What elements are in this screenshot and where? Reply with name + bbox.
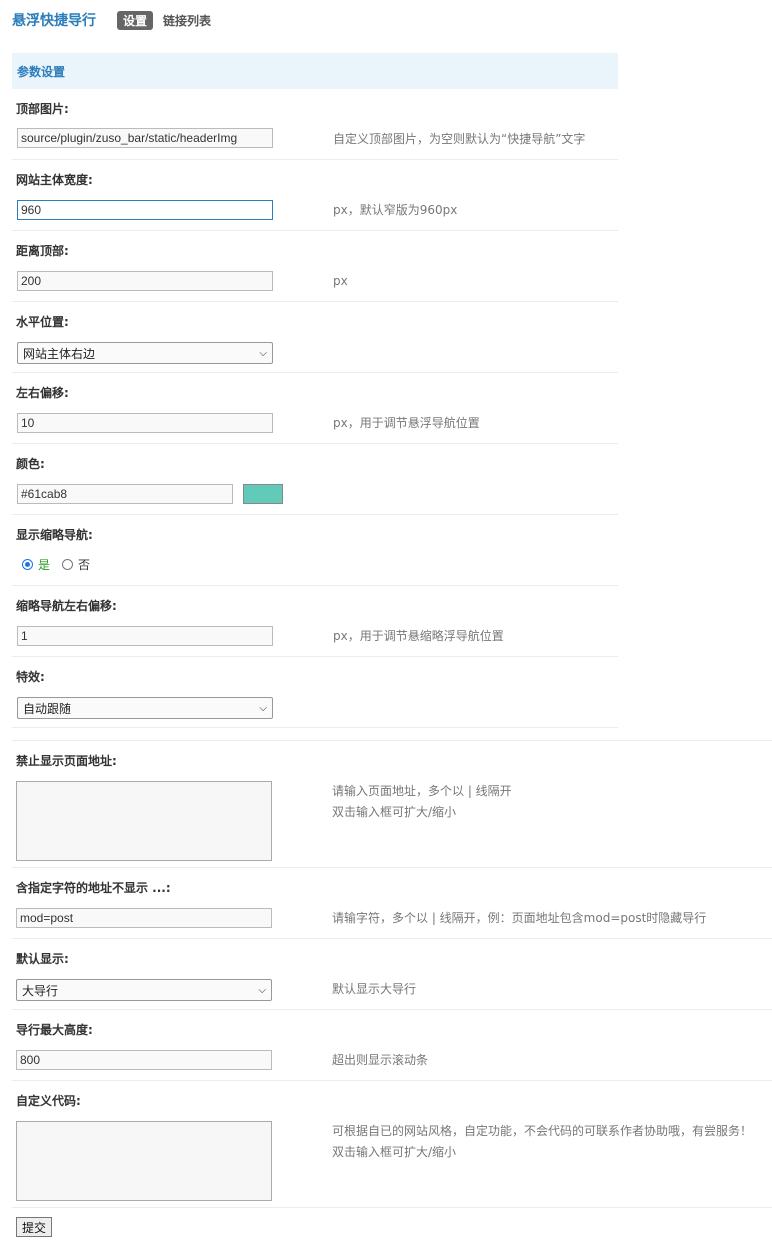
forbid-urls-hint: 请输入页面地址，多个以 | 线隔开 — [332, 784, 512, 798]
divider — [12, 443, 618, 444]
header-image-hint: 自定义顶部图片，为空则默认为“快捷导航”文字 — [333, 132, 586, 146]
exclude-chars-hint: 请输字符，多个以 | 线隔开，例：页面地址包含mod=post时隐藏导行 — [332, 911, 707, 925]
lr-offset-label: 左右偏移: — [16, 386, 69, 400]
divider — [12, 867, 772, 868]
custom-code-hint: 可根据自已的网站风格，自定功能，不会代码的可联系作者协助哦，有尝服务！ — [332, 1124, 753, 1138]
max-height-label: 导行最大高度: — [16, 1023, 93, 1037]
forbid-urls-label: 禁止显示页面地址: — [16, 754, 117, 768]
radio-no[interactable] — [62, 559, 74, 570]
thumb-offset-hint: px，用于调节悬缩略浮导航位置 — [333, 629, 504, 643]
chevron-down-icon: ⌵ — [258, 984, 266, 996]
divider — [12, 1207, 772, 1208]
default-show-value: 大导行 — [22, 983, 59, 998]
divider — [12, 1080, 772, 1081]
chevron-down-icon: ⌵ — [259, 347, 267, 359]
divider — [12, 585, 618, 586]
radio-yes[interactable] — [22, 559, 33, 570]
default-show-hint: 默认显示大导行 — [332, 982, 417, 996]
effect-label: 特效: — [16, 670, 45, 684]
radio-no-label[interactable]: 否 — [78, 556, 90, 573]
effect-value: 自动跟随 — [23, 701, 72, 716]
effect-select[interactable]: 自动跟随 ⌵ — [17, 697, 273, 719]
chevron-down-icon: ⌵ — [259, 702, 267, 714]
default-show-select[interactable]: 大导行 ⌵ — [16, 979, 272, 1001]
max-height-hint: 超出则显示滚动条 — [332, 1053, 429, 1067]
lr-offset-hint: px，用于调节悬浮导航位置 — [333, 416, 480, 430]
app-title: 悬浮快捷导行 — [12, 13, 96, 29]
divider — [12, 656, 618, 657]
forbid-urls-textarea[interactable] — [16, 781, 272, 861]
exclude-chars-label: 含指定字符的地址不显示 ...: — [16, 881, 171, 895]
divider — [12, 159, 618, 160]
divider — [12, 1009, 772, 1010]
section-header: 参数设置 — [12, 53, 618, 89]
horizontal-position-value: 网站主体右边 — [23, 346, 96, 361]
lr-offset-input[interactable] — [17, 413, 273, 433]
color-label: 颜色: — [16, 457, 45, 471]
thumb-offset-label: 缩略导航左右偏移: — [16, 599, 117, 613]
tab-link-list[interactable]: 链接列表 — [157, 11, 217, 30]
horizontal-position-label: 水平位置: — [16, 315, 69, 329]
divider — [12, 230, 618, 231]
max-height-input[interactable] — [16, 1050, 272, 1070]
divider — [12, 740, 772, 741]
divider — [12, 938, 772, 939]
color-swatch[interactable] — [243, 484, 283, 504]
show-thumb-nav-label: 显示缩略导航: — [16, 528, 93, 542]
forbid-urls-hint-2: 双击输入框可扩大/缩小 — [332, 805, 457, 819]
divider — [12, 514, 618, 515]
divider — [12, 727, 618, 728]
tab-settings[interactable]: 设置 — [117, 10, 154, 30]
main-width-hint: px，默认窄版为960px — [333, 203, 458, 217]
main-width-input[interactable] — [17, 200, 273, 220]
color-input[interactable] — [17, 484, 233, 504]
main-width-label: 网站主体宽度: — [16, 173, 93, 187]
divider — [12, 301, 618, 302]
custom-code-textarea[interactable] — [16, 1121, 272, 1201]
header-image-input[interactable] — [17, 128, 273, 148]
divider — [12, 372, 618, 373]
exclude-chars-input[interactable] — [16, 908, 272, 928]
radio-yes-label[interactable]: 是 — [38, 556, 50, 573]
header-image-label: 顶部图片: — [16, 102, 69, 116]
horizontal-position-select[interactable]: 网站主体右边 ⌵ — [17, 342, 273, 364]
top-bar: 悬浮快捷导行 设置 链接列表 — [12, 9, 221, 31]
submit-button[interactable]: 提交 — [16, 1217, 52, 1237]
top-distance-input[interactable] — [17, 271, 273, 291]
top-distance-label: 距离顶部: — [16, 244, 69, 258]
top-distance-hint: px — [333, 274, 348, 288]
custom-code-hint-2: 双击输入框可扩大/缩小 — [332, 1145, 457, 1159]
custom-code-label: 自定义代码: — [16, 1094, 81, 1108]
default-show-label: 默认显示: — [16, 952, 69, 966]
show-thumb-nav-radios: 是 否 — [22, 556, 102, 573]
thumb-offset-input[interactable] — [17, 626, 273, 646]
